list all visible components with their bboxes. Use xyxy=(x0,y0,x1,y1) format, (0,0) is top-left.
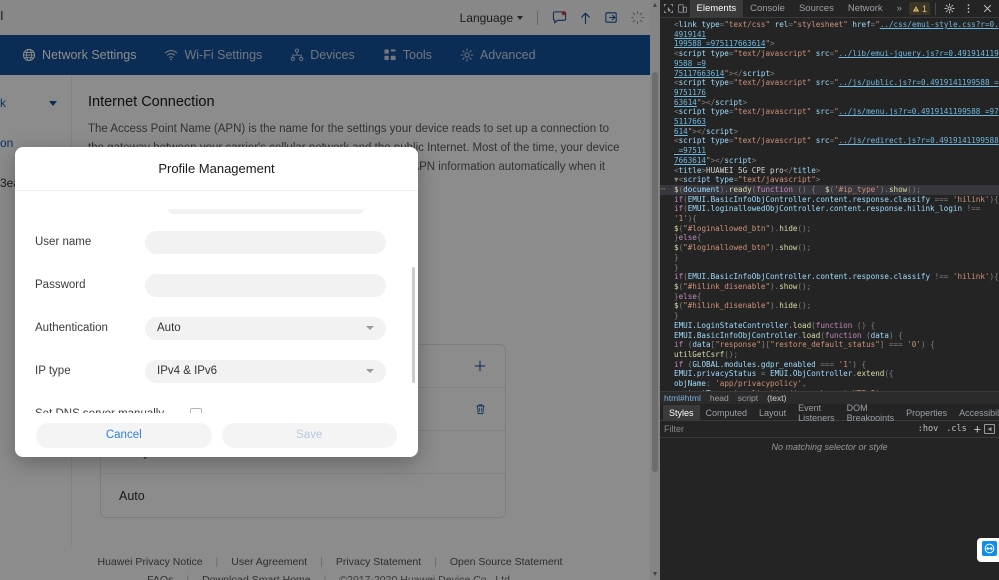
set-dns-manually-checkbox[interactable] xyxy=(190,408,202,413)
dom-tree-code[interactable]: <link type="text/css" rel="stylesheet" h… xyxy=(660,18,999,391)
more-options-icon[interactable] xyxy=(960,0,977,17)
tab-dom-breakpoints[interactable]: DOM Breakpoints xyxy=(841,405,901,421)
field-row-set-dns-manually: Set DNS server manually xyxy=(15,395,418,413)
dialog-body: User name Password Authentication xyxy=(15,191,418,413)
code-line[interactable]: 614"></script> xyxy=(660,127,999,137)
remote-control-badge-icon[interactable] xyxy=(982,541,997,556)
code-line[interactable]: } xyxy=(660,311,999,321)
code-line[interactable]: ⋯$(document).ready(function () { $('#ip_… xyxy=(660,185,999,195)
password-input[interactable] xyxy=(145,274,386,297)
code-line[interactable]: 63614"></script> xyxy=(660,98,999,108)
code-line[interactable]: <title>HUAWEI 5G CPE pro</title> xyxy=(660,166,999,176)
chevron-down-icon xyxy=(366,369,374,373)
inspect-element-icon[interactable] xyxy=(662,0,676,17)
code-line[interactable]: <script type="text/javascript" src="../j… xyxy=(660,136,999,155)
set-dns-manually-label: Set DNS server manually xyxy=(35,408,190,413)
field-row-user-name: User name xyxy=(15,223,418,261)
hov-toggle[interactable]: :hov xyxy=(914,424,942,434)
tab-console[interactable]: Console xyxy=(743,0,792,18)
styles-filter-input[interactable] xyxy=(664,424,914,434)
tab-properties[interactable]: Properties xyxy=(900,405,953,421)
ip-type-value: IPv4 & IPv6 xyxy=(157,365,217,377)
tab-more[interactable]: » xyxy=(890,0,909,18)
dialog-title: Profile Management xyxy=(15,147,418,191)
tab-network[interactable]: Network xyxy=(841,0,890,18)
code-line[interactable]: utilGetCsrf(); xyxy=(660,350,999,360)
warning-badge[interactable]: 1 xyxy=(909,2,930,15)
code-line[interactable]: }else{ xyxy=(660,292,999,302)
code-line[interactable]: if(EMUI.BasicInfoObjController.content.r… xyxy=(660,195,999,205)
styles-empty-area xyxy=(660,456,999,580)
authentication-select[interactable]: Auto xyxy=(145,317,386,340)
save-button[interactable]: Save xyxy=(222,423,398,448)
ip-type-label: IP type xyxy=(35,365,145,377)
code-line[interactable]: if(EMUI.loginallowedObjController.conten… xyxy=(660,204,999,223)
cls-toggle[interactable]: .cls xyxy=(942,424,970,434)
code-line[interactable]: 7663614"></script> xyxy=(660,156,999,166)
code-line[interactable]: if (data["response"]["restore_default_st… xyxy=(660,340,999,350)
devtools-tabbar: Elements Console Sources Network » 1 xyxy=(660,0,999,18)
code-line[interactable]: <script type="text/javascript" src="../j… xyxy=(660,78,999,97)
tab-styles[interactable]: Styles xyxy=(663,405,700,421)
new-style-rule-icon[interactable]: + xyxy=(971,423,984,435)
breadcrumb-text[interactable]: (text) xyxy=(767,393,786,403)
code-line[interactable]: objName: 'app/privacypolicy', xyxy=(660,379,999,389)
scrolled-field-remnant xyxy=(168,209,364,214)
code-line[interactable]: }else{ xyxy=(660,233,999,243)
authentication-label: Authentication xyxy=(35,322,145,334)
styles-tabbar: Styles Computed Layout Event Listeners D… xyxy=(660,405,999,421)
tab-layout[interactable]: Layout xyxy=(753,405,792,421)
code-line[interactable]: $("#hilink_disenable").hide(); xyxy=(660,301,999,311)
breadcrumb-html[interactable]: html#html xyxy=(664,393,701,403)
field-row-password: Password xyxy=(15,266,418,304)
tab-sources[interactable]: Sources xyxy=(792,0,841,18)
code-line[interactable]: ▼<script type="text/javascript"> xyxy=(660,175,999,185)
screen-root: I Language xyxy=(0,0,999,580)
code-line[interactable]: $("#loginallowed_btn").show(); xyxy=(660,243,999,253)
breadcrumb-script[interactable]: script xyxy=(738,393,758,403)
user-name-label: User name xyxy=(35,236,145,248)
code-line[interactable]: 75117663614"></script> xyxy=(660,69,999,79)
code-line[interactable]: <link type="text/css" rel="stylesheet" h… xyxy=(660,20,999,39)
user-name-input[interactable] xyxy=(145,231,386,254)
code-line[interactable]: EMUI.privacyStatus = EMUI.ObjController.… xyxy=(660,369,999,379)
tab-elements[interactable]: Elements xyxy=(690,0,744,18)
chevron-down-icon xyxy=(366,326,374,330)
code-line[interactable]: if (GLOBAL.modules.gdpr_enabled === '1')… xyxy=(660,360,999,370)
authentication-value: Auto xyxy=(157,322,181,334)
warning-count: 1 xyxy=(922,4,927,14)
code-line[interactable]: if(EMUI.BasicInfoObjController.content.r… xyxy=(660,272,999,282)
dialog-footer: Cancel Save xyxy=(15,413,418,457)
no-matching-style-message: No matching selector or style xyxy=(660,438,999,456)
code-line[interactable]: <script type="text/javascript" src="../j… xyxy=(660,107,999,126)
warning-icon xyxy=(912,5,920,13)
dialog-scrollbar-thumb[interactable] xyxy=(412,267,415,383)
settings-gear-icon[interactable] xyxy=(941,0,958,17)
code-line[interactable]: $("#hilink_disenable").show(); xyxy=(660,282,999,292)
code-line[interactable]: $("#loginallowed_btn").hide(); xyxy=(660,224,999,234)
password-label: Password xyxy=(35,279,145,291)
browser-page: I Language xyxy=(0,0,660,580)
device-toolbar-icon[interactable] xyxy=(676,0,690,17)
cancel-button[interactable]: Cancel xyxy=(36,423,212,448)
tab-computed[interactable]: Computed xyxy=(700,405,754,421)
styles-filter-bar: :hov .cls + ◀ xyxy=(660,421,999,438)
tab-accessibility[interactable]: Accessibility xyxy=(953,405,999,421)
field-row-authentication: Authentication Auto xyxy=(15,309,418,347)
code-line[interactable]: <script type="text/javascript" src="../l… xyxy=(660,49,999,68)
code-line[interactable]: EMUI.LoginStateController.load(function … xyxy=(660,321,999,331)
code-line[interactable]: } xyxy=(660,253,999,263)
breadcrumb-head[interactable]: head xyxy=(710,393,729,403)
profile-management-dialog: Profile Management User name Password xyxy=(15,147,418,457)
code-gutter-marker: ⋯ xyxy=(661,185,673,195)
code-line[interactable]: } xyxy=(660,263,999,273)
devtools-panel: Elements Console Sources Network » 1 xyxy=(660,0,999,580)
code-line[interactable]: 199588_=975117663614"> xyxy=(660,39,999,49)
computed-sidebar-toggle-icon[interactable]: ◀ xyxy=(984,424,995,434)
field-row-ip-type: IP type IPv4 & IPv6 xyxy=(15,352,418,390)
close-devtools-icon[interactable] xyxy=(979,0,996,17)
code-line[interactable]: EMUI.BasicInfoObjController.load(functio… xyxy=(660,331,999,341)
tab-event-listeners[interactable]: Event Listeners xyxy=(792,405,841,421)
ip-type-select[interactable]: IPv4 & IPv6 xyxy=(145,360,386,383)
